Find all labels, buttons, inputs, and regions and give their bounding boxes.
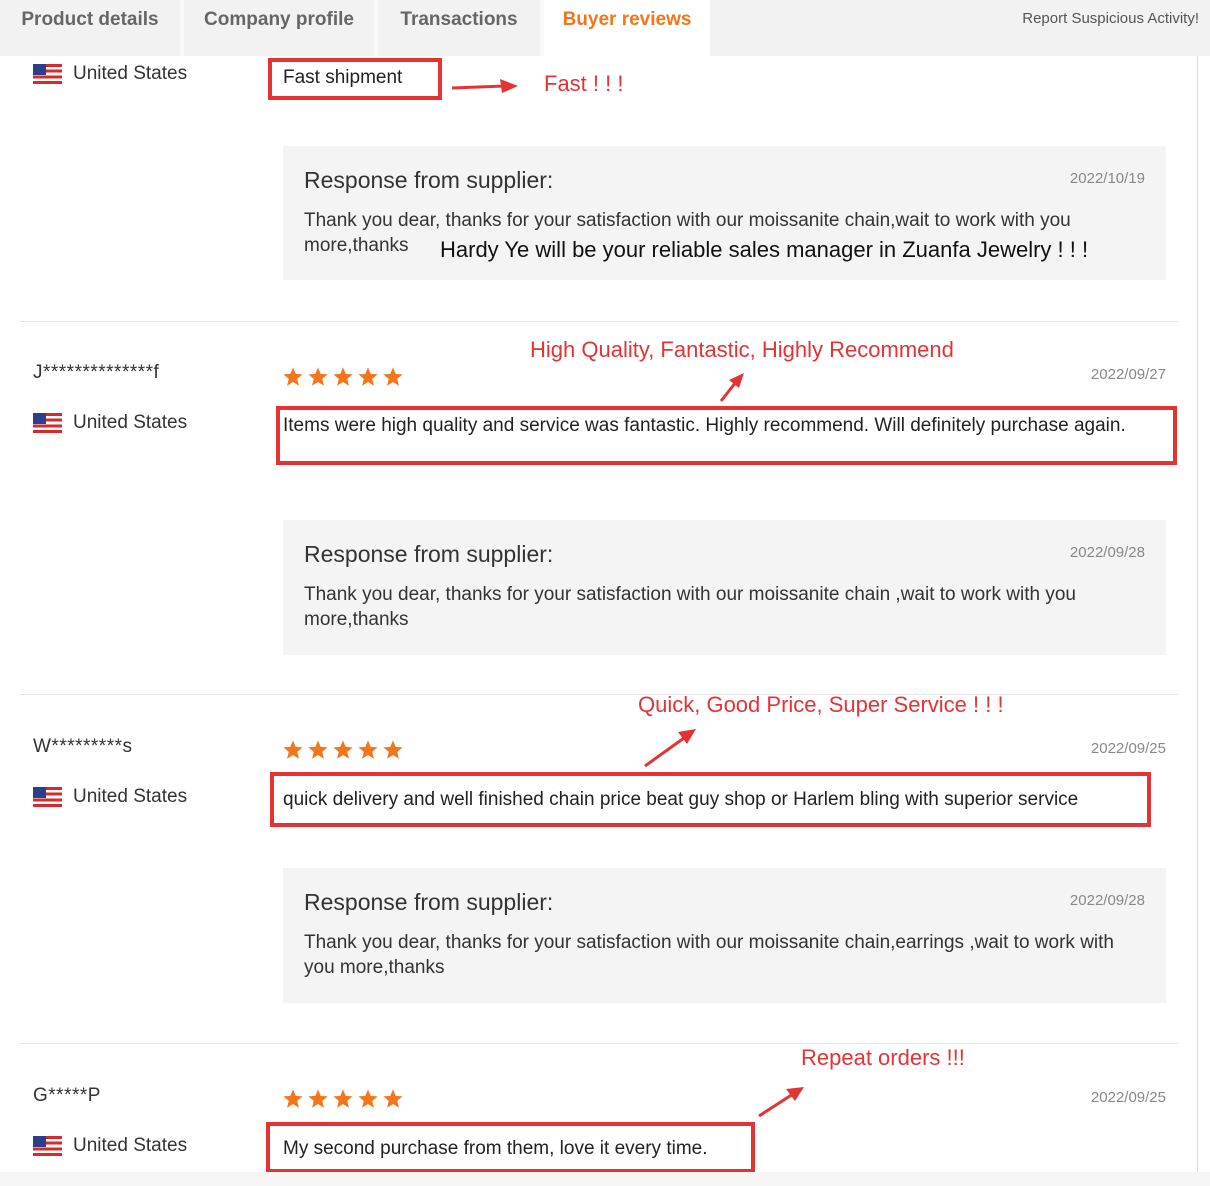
tab-transactions[interactable]: Transactions	[378, 0, 540, 56]
star-icon	[383, 367, 403, 386]
tab-label: Transactions	[400, 9, 518, 30]
tab-company-profile[interactable]: Company profile	[184, 0, 374, 56]
star-icon	[333, 367, 353, 386]
arrow-icon	[719, 373, 744, 402]
bottom-edge	[0, 1172, 1210, 1186]
country-name: United States	[73, 786, 188, 807]
star-icon	[333, 1089, 353, 1108]
panel-border	[1197, 56, 1198, 1176]
review-date: 2022/09/25	[1090, 1089, 1166, 1106]
star-icon	[383, 1089, 403, 1108]
us-flag-icon	[33, 787, 62, 807]
highlight-box	[276, 406, 1177, 465]
buyer-country: United States	[33, 61, 187, 87]
response-text: Thank you dear, thanks for your satisfac…	[304, 932, 1114, 978]
star-icon	[308, 740, 328, 759]
tab-bar: Product details Company profile Transact…	[0, 0, 1210, 56]
annotation-text: Quick, Good Price, Super Service ! ! !	[638, 692, 1004, 717]
star-icon	[358, 740, 378, 759]
arrow-icon	[758, 1087, 804, 1118]
highlight-box	[270, 772, 1151, 827]
us-flag-icon	[33, 413, 62, 433]
buyer-country: United States	[33, 1133, 187, 1159]
country-name: United States	[73, 63, 188, 84]
arrow-icon	[644, 729, 696, 768]
buyer-country: United States	[33, 410, 187, 436]
star-icon	[283, 1089, 303, 1108]
response-date: 2022/10/19	[1069, 170, 1145, 187]
tab-label: Buyer reviews	[562, 9, 692, 30]
us-flag-icon	[33, 64, 62, 84]
review-date: 2022/09/27	[1090, 366, 1166, 383]
annotation-text: Hardy Ye will be your reliable sales man…	[440, 237, 1089, 262]
star-icon	[308, 1089, 328, 1108]
buyer-name: J**************f	[33, 362, 160, 383]
review-divider	[20, 694, 1178, 695]
star-icon	[333, 740, 353, 759]
buyer-name: G*****P	[33, 1085, 101, 1106]
response-title: Response from supplier:	[304, 889, 554, 915]
response-date: 2022/09/28	[1069, 544, 1145, 561]
star-rating	[282, 366, 404, 388]
response-date: 2022/09/28	[1069, 892, 1145, 909]
buyer-country: United States	[33, 784, 187, 810]
buyer-name: W*********s	[33, 736, 133, 757]
review-divider	[20, 321, 1178, 322]
star-rating	[282, 1088, 404, 1110]
review-divider	[20, 1043, 1178, 1044]
highlight-box	[266, 1122, 755, 1173]
tab-label: Company profile	[204, 9, 354, 30]
country-name: United States	[73, 1135, 188, 1156]
star-icon	[383, 740, 403, 759]
star-icon	[283, 740, 303, 759]
tab-label: Product details	[21, 9, 159, 30]
country-name: United States	[73, 412, 188, 433]
star-icon	[308, 367, 328, 386]
annotation-text: Fast ! ! !	[544, 71, 624, 96]
supplier-response: Response from supplier: 2022/09/28 Thank…	[283, 520, 1166, 655]
star-icon	[358, 1089, 378, 1108]
annotation-text: High Quality, Fantastic, Highly Recommen…	[530, 337, 954, 362]
review-date: 2022/09/25	[1090, 740, 1166, 757]
arrow-icon	[451, 79, 518, 93]
star-icon	[283, 367, 303, 386]
tab-buyer-reviews[interactable]: Buyer reviews	[544, 0, 710, 56]
star-rating	[282, 739, 404, 761]
us-flag-icon	[33, 1136, 62, 1156]
response-title: Response from supplier:	[304, 167, 554, 193]
response-title: Response from supplier:	[304, 541, 554, 567]
annotation-text: Repeat orders !!!	[801, 1045, 965, 1070]
supplier-response: Response from supplier: 2022/09/28 Thank…	[283, 868, 1166, 1003]
report-suspicious-link[interactable]: Report Suspicious Activity!	[1022, 10, 1199, 27]
response-text: Thank you dear, thanks for your satisfac…	[304, 584, 1076, 630]
tab-product-details[interactable]: Product details	[0, 0, 180, 56]
star-icon	[358, 367, 378, 386]
highlight-box	[268, 58, 442, 100]
